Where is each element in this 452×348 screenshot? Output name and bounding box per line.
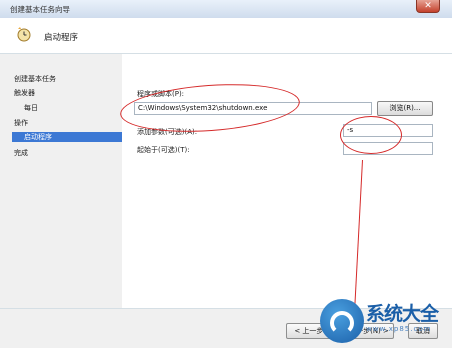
watermark-logo: 系统大全 www.xp85.com — [320, 297, 446, 345]
clock-icon — [17, 27, 31, 42]
step-create-basic-task[interactable]: 创建基本任务 — [14, 74, 56, 84]
window-title: 创建基本任务向导 — [10, 5, 70, 14]
watermark-disc-icon — [320, 299, 364, 343]
title-bar: 创建基本任务向导 ✕ — [0, 0, 452, 18]
close-button[interactable]: ✕ — [416, 0, 440, 13]
wizard-steps-sidebar: 创建基本任务 触发器 每日 操作 启动程序 完成 — [0, 68, 122, 308]
step-daily[interactable]: 每日 — [24, 103, 38, 113]
watermark-domain: www.xp85.com — [366, 325, 432, 333]
step-action[interactable]: 操作 — [14, 118, 28, 128]
start-in-label: 起始于(可选)(T): — [137, 146, 190, 154]
page-title: 启动程序 — [44, 33, 79, 43]
task-wizard-window: 创建基本任务向导 ✕ 启动程序 创建基本任务 触发器 每日 操作 启动程序 完成… — [0, 0, 452, 348]
watermark-brand: 系统大全 — [366, 303, 439, 325]
wizard-header: 启动程序 — [0, 18, 452, 54]
step-trigger[interactable]: 触发器 — [14, 88, 35, 98]
browse-button[interactable]: 浏览(R)... — [377, 101, 433, 116]
close-icon: ✕ — [424, 1, 432, 11]
step-finish[interactable]: 完成 — [14, 148, 28, 158]
step-start-program[interactable]: 启动程序 — [12, 132, 122, 142]
annotation-circle-arguments — [340, 116, 402, 154]
step-start-program-label: 启动程序 — [24, 133, 52, 141]
